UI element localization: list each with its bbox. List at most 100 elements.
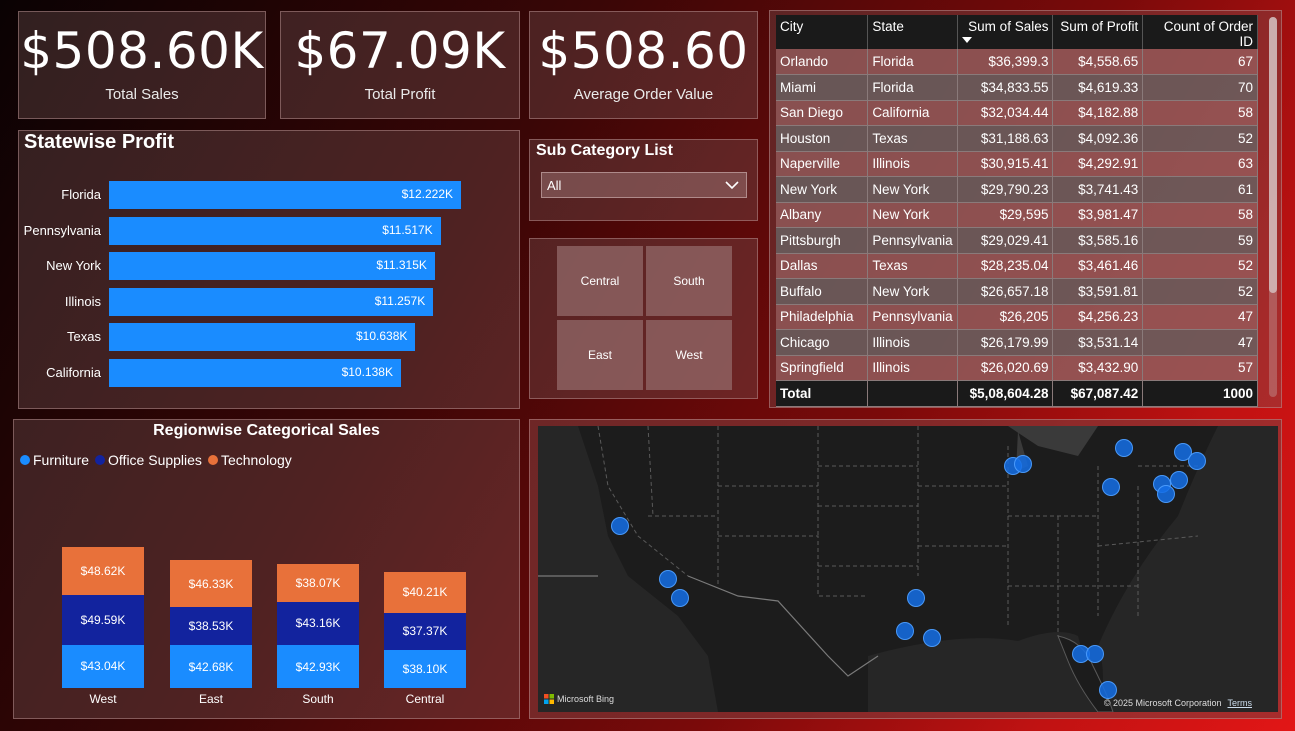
bar-row[interactable]: Florida $12.222K: [19, 181, 519, 209]
table-cell: 70: [1142, 74, 1258, 101]
region-slicer: Central South East West: [529, 238, 758, 399]
table-row[interactable]: Buffalo New York $26,657.18 $3,591.81 52: [776, 278, 1258, 305]
map-bubble[interactable]: [1115, 439, 1133, 457]
stacked-segment[interactable]: $48.62K: [62, 546, 144, 596]
table-row[interactable]: New York New York $29,790.23 $3,741.43 61: [776, 176, 1258, 203]
sort-desc-icon: [961, 37, 972, 43]
table-cell: 47: [1142, 304, 1258, 330]
table-cell: $29,595: [957, 202, 1054, 228]
table-cell: Houston: [776, 125, 869, 152]
column-header-sorted[interactable]: Sum of Sales: [957, 15, 1054, 49]
map-bubble[interactable]: [907, 589, 925, 607]
stacked-segment[interactable]: $38.53K: [170, 606, 252, 646]
table-cell: 52: [1142, 278, 1258, 305]
stacked-segment[interactable]: $40.21K: [384, 572, 466, 613]
map-bubble[interactable]: [1170, 471, 1188, 489]
bar[interactable]: $10.138K: [109, 358, 401, 387]
stacked-segment[interactable]: $46.33K: [170, 560, 252, 607]
table-row[interactable]: Philadelphia Pennsylvania $26,205 $4,256.23…: [776, 304, 1258, 330]
map-bubble[interactable]: [659, 570, 677, 588]
region-tile-east[interactable]: East: [557, 320, 643, 390]
bar-data-label: $10.638K: [355, 329, 408, 343]
table-cell: Pennsylvania: [867, 227, 958, 254]
map-bubble[interactable]: [1086, 645, 1104, 663]
table-cell: Texas: [867, 253, 958, 279]
bar-row[interactable]: Illinois $11.257K: [19, 287, 519, 316]
map-copyright: © 2025 Microsoft Corporation Terms: [1104, 698, 1252, 708]
data-table: City State Sum of Sales Sum of Profit Co…: [776, 15, 1258, 407]
table-cell: Pennsylvania: [867, 304, 958, 330]
map-bubble[interactable]: [671, 589, 689, 607]
bar[interactable]: $11.315K: [109, 252, 435, 280]
map-canvas[interactable]: Microsoft Bing © 2025 Microsoft Corporat…: [538, 426, 1278, 712]
table-row[interactable]: Orlando Florida $36,399.3 $4,558.65 67: [776, 49, 1258, 75]
table-cell: $29,790.23: [957, 176, 1054, 203]
table-row[interactable]: Pittsburgh Pennsylvania $29,029.41 $3,585.1…: [776, 227, 1258, 254]
region-tile-south[interactable]: South: [646, 246, 732, 316]
table-row[interactable]: Naperville Illinois $30,915.41 $4,292.91 63: [776, 151, 1258, 177]
table-cell: Dallas: [776, 253, 869, 279]
region-tile-central[interactable]: Central: [557, 246, 643, 316]
table-cell: Illinois: [867, 355, 958, 381]
region-tile-west[interactable]: West: [646, 320, 732, 390]
sub-category-dropdown[interactable]: All: [541, 172, 747, 198]
table-row[interactable]: San Diego California $32,034.44 $4,182.88 58: [776, 100, 1258, 126]
map-bubble[interactable]: [1099, 681, 1117, 699]
column-header[interactable]: Count of Order ID: [1142, 15, 1258, 49]
table-cell: $3,432.90: [1052, 355, 1144, 381]
stacked-segment[interactable]: $43.04K: [62, 644, 144, 688]
table-cell: $26,020.69: [957, 355, 1054, 381]
scrollbar-thumb[interactable]: [1269, 17, 1277, 293]
stacked-segment[interactable]: $37.37K: [384, 612, 466, 650]
table-header: City State Sum of Sales Sum of Profit Co…: [776, 15, 1258, 49]
bar-row[interactable]: Pennsylvania $11.517K: [19, 216, 519, 245]
map-bubble[interactable]: [896, 622, 914, 640]
column-header[interactable]: City: [776, 15, 869, 49]
table-cell: $3,591.81: [1052, 278, 1144, 305]
bar[interactable]: $11.517K: [109, 216, 441, 245]
map-bubble[interactable]: [1102, 478, 1120, 496]
bar-category-label: Illinois: [64, 293, 101, 309]
stacked-segment[interactable]: $43.16K: [277, 601, 359, 646]
stacked-segment[interactable]: $49.59K: [62, 595, 144, 645]
table-total-row: Total $5,08,604.28 $67,087.42 1000: [776, 380, 1258, 407]
table-cell: $4,619.33: [1052, 74, 1144, 101]
table-cell: 63: [1142, 151, 1258, 177]
bar-category-label: Pennsylvania: [23, 222, 101, 238]
stacked-segment[interactable]: $42.93K: [277, 645, 359, 688]
table-cell: 61: [1142, 176, 1258, 203]
map-bubble[interactable]: [611, 517, 629, 535]
map-bubble[interactable]: [923, 629, 941, 647]
column-header[interactable]: State: [867, 15, 958, 49]
table-cell: Florida: [867, 49, 958, 75]
table-scrollbar[interactable]: [1269, 17, 1277, 397]
bar[interactable]: $11.257K: [109, 287, 434, 316]
table-row[interactable]: Springfield Illinois $26,020.69 $3,432.90 57: [776, 355, 1258, 381]
table-row[interactable]: Albany New York $29,595 $3,981.47 58: [776, 202, 1258, 228]
bar[interactable]: $10.638K: [109, 323, 416, 351]
table-row[interactable]: Dallas Texas $28,235.04 $3,461.46 52: [776, 253, 1258, 279]
table-row[interactable]: Houston Texas $31,188.63 $4,092.36 52: [776, 125, 1258, 152]
column-header[interactable]: Sum of Profit: [1052, 15, 1144, 49]
bar-row[interactable]: New York $11.315K: [19, 252, 519, 280]
total-cell: $67,087.42: [1052, 380, 1144, 407]
map-bubble[interactable]: [1157, 485, 1175, 503]
table-cell: $31,188.63: [957, 125, 1054, 152]
map-bubble[interactable]: [1014, 455, 1032, 473]
terms-link[interactable]: Terms: [1228, 698, 1253, 708]
table-cell: 47: [1142, 329, 1258, 356]
table-cell: 59: [1142, 227, 1258, 254]
x-axis-label: West: [89, 692, 117, 706]
bar[interactable]: $12.222K: [109, 181, 461, 209]
bar-row[interactable]: Texas $10.638K: [19, 323, 519, 351]
stacked-segment[interactable]: $42.68K: [170, 645, 252, 688]
bar-row[interactable]: California $10.138K: [19, 358, 519, 387]
map-bubble[interactable]: [1188, 452, 1206, 470]
table-row[interactable]: Chicago Illinois $26,179.99 $3,531.14 47: [776, 329, 1258, 356]
table-row[interactable]: Miami Florida $34,833.55 $4,619.33 70: [776, 74, 1258, 101]
stacked-segment[interactable]: $38.10K: [384, 649, 466, 688]
stacked-segment[interactable]: $38.07K: [277, 563, 359, 602]
table-cell: New York: [867, 278, 958, 305]
table-cell: $3,981.47: [1052, 202, 1144, 228]
table-cell: Orlando: [776, 49, 869, 75]
